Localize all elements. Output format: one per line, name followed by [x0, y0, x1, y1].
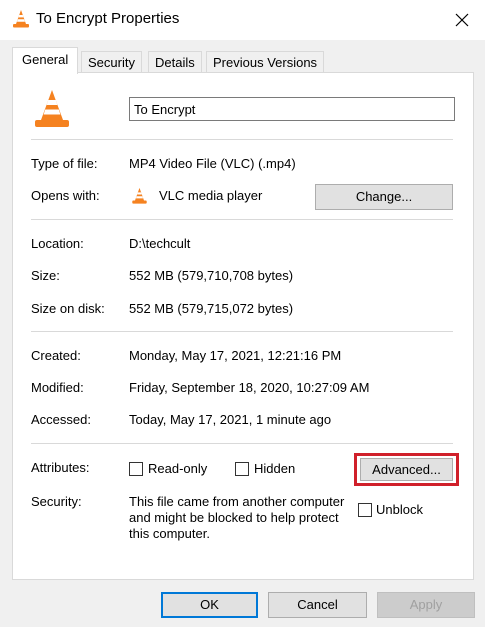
- modified-value: Friday, September 18, 2020, 10:27:09 AM: [129, 380, 370, 395]
- tab-previous-versions[interactable]: Previous Versions: [206, 51, 325, 73]
- attributes-label: Attributes:: [31, 460, 90, 475]
- unblock-label[interactable]: Unblock: [376, 502, 423, 517]
- close-button[interactable]: [439, 0, 485, 40]
- general-panel: Type of file: MP4 Video File (VLC) (.mp4…: [12, 72, 474, 580]
- read-only-label[interactable]: Read-only: [148, 461, 207, 476]
- change-button[interactable]: Change...: [315, 184, 453, 210]
- security-message: This file came from another computer and…: [129, 494, 345, 541]
- dialog-client-area: General Security Details Previous Versio…: [0, 40, 485, 627]
- file-name-input[interactable]: [129, 97, 455, 121]
- unblock-checkbox[interactable]: [358, 503, 372, 517]
- separator: [31, 139, 453, 140]
- separator: [31, 331, 453, 332]
- cancel-button[interactable]: Cancel: [268, 592, 367, 618]
- separator: [31, 443, 453, 444]
- location-label: Location:: [31, 236, 84, 251]
- opens-with-label: Opens with:: [31, 188, 100, 203]
- hidden-label[interactable]: Hidden: [254, 461, 295, 476]
- separator: [31, 219, 453, 220]
- advanced-button[interactable]: Advanced...: [360, 458, 453, 481]
- close-icon: [455, 13, 469, 27]
- ok-button[interactable]: OK: [161, 592, 258, 618]
- accessed-label: Accessed:: [31, 412, 91, 427]
- read-only-checkbox[interactable]: [129, 462, 143, 476]
- size-label: Size:: [31, 268, 60, 283]
- hidden-checkbox[interactable]: [235, 462, 249, 476]
- title-bar: To Encrypt Properties: [0, 0, 485, 40]
- vlc-cone-icon: [13, 10, 29, 28]
- tab-security[interactable]: Security: [81, 51, 142, 73]
- tab-details[interactable]: Details: [148, 51, 202, 73]
- modified-label: Modified:: [31, 380, 84, 395]
- opens-with-value: VLC media player: [159, 188, 263, 203]
- security-label: Security:: [31, 494, 82, 509]
- size-on-disk-value: 552 MB (579,715,072 bytes): [129, 301, 294, 316]
- created-label: Created:: [31, 348, 81, 363]
- window-title: To Encrypt Properties: [36, 10, 180, 27]
- accessed-value: Today, May 17, 2021, 1 minute ago: [129, 412, 332, 427]
- type-of-file-label: Type of file:: [31, 156, 98, 171]
- type-of-file-value: MP4 Video File (VLC) (.mp4): [129, 156, 296, 171]
- tab-general[interactable]: General: [12, 47, 79, 74]
- vlc-cone-icon: [132, 187, 147, 204]
- apply-button[interactable]: Apply: [377, 592, 475, 618]
- size-value: 552 MB (579,710,708 bytes): [129, 268, 294, 283]
- vlc-cone-icon: [35, 90, 69, 127]
- created-value: Monday, May 17, 2021, 12:21:16 PM: [129, 348, 342, 363]
- size-on-disk-label: Size on disk:: [31, 301, 105, 316]
- location-value: D:\techcult: [129, 236, 191, 251]
